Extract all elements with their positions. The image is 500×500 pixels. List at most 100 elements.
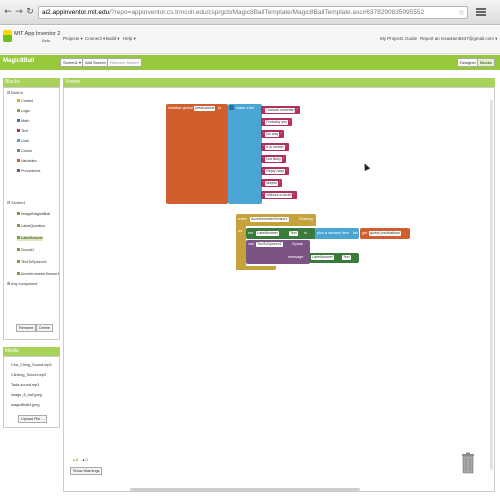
show-warnings-button[interactable]: Show Warnings: [70, 467, 103, 475]
text-string-block[interactable]: " Without a doubt ": [261, 191, 297, 200]
menu-connect[interactable]: Connect ▾: [85, 36, 105, 42]
media-file[interactable]: Cha_Ching_Sound.mp3: [11, 363, 52, 368]
drawer-math[interactable]: Math: [17, 119, 29, 124]
drawer-label: Lists: [21, 139, 29, 143]
pick-random-item-block[interactable]: pick a random item list: [315, 228, 359, 239]
menu-build[interactable]: Build ▾: [106, 36, 120, 42]
when-label: when: [238, 217, 248, 221]
component-item[interactable]: ImageMagic8Ball: [17, 212, 50, 217]
drawer-variables[interactable]: Variables: [17, 159, 37, 164]
getter-component-field[interactable]: LabelAnswer: [311, 255, 334, 260]
text-string-block[interactable]: " Outlook uncertain ": [261, 106, 300, 114]
quote-glyph: ": [278, 181, 281, 186]
tree-screen1[interactable]: ⊟ Screen1: [7, 201, 25, 206]
link-guide[interactable]: Guide: [405, 36, 417, 41]
set-component-field[interactable]: LabelAnswer: [256, 231, 279, 236]
get-global-block[interactable]: get global predications: [360, 228, 410, 239]
bookmark-star-icon[interactable]: ☆: [458, 7, 465, 18]
media-file[interactable]: Tada-sound.mp3: [11, 383, 39, 388]
component-item[interactable]: Sound1: [17, 248, 34, 253]
set-label-text-block[interactable]: set LabelAnswer Text to: [246, 228, 316, 239]
component-item[interactable]: AccelerometerSensor1: [17, 272, 60, 277]
designer-button[interactable]: Designer: [457, 58, 480, 67]
drawer-text[interactable]: Text: [17, 129, 28, 134]
variable-name-field[interactable]: predications: [194, 106, 216, 111]
forward-icon[interactable]: →: [14, 7, 24, 17]
get-variable-field[interactable]: global predications: [369, 231, 401, 236]
text-string-field[interactable]: No way: [265, 132, 280, 138]
drawer-label: Control: [21, 99, 34, 103]
label-answer-text-getter-block[interactable]: LabelAnswer Text: [309, 253, 359, 263]
component-item[interactable]: TextToSpeech1: [17, 260, 47, 265]
media-file[interactable]: magic8ball3.jpeg: [11, 403, 40, 408]
quote-glyph: ": [285, 169, 288, 173]
when-shaking-event-block[interactable]: when AccelerometerSensor1 .Shaking: [236, 214, 316, 226]
drawer-control[interactable]: Control: [17, 99, 33, 104]
app-header: MIT App Inventor 2 Beta Projects ▾ Conne…: [0, 26, 500, 54]
browser-menu-icon[interactable]: [476, 8, 486, 16]
workspace-horizontal-scrollbar[interactable]: [130, 488, 360, 491]
trash-can-icon[interactable]: [462, 452, 474, 474]
address-bar[interactable]: ai2.appinventor.mit.edu/?repo=appinvento…: [38, 6, 468, 19]
initialize-global-block[interactable]: initialize global predications to: [166, 104, 228, 204]
component-item[interactable]: LabelAnswer: [17, 236, 43, 241]
sensor-component-field[interactable]: AccelerometerSensor1: [250, 217, 289, 222]
tree-builtin[interactable]: ⊟ Built-in: [7, 91, 23, 96]
message-socket-label: message: [288, 255, 304, 259]
text-string-block[interactable]: " Probably yes ": [261, 118, 293, 127]
set-property-field[interactable]: Text: [289, 231, 298, 236]
text-string-field[interactable]: Outlook uncertain: [265, 108, 296, 113]
back-icon[interactable]: ←: [3, 7, 13, 17]
tts-component-field[interactable]: TextToSpeech1: [256, 242, 283, 247]
menu-help[interactable]: Help ▾: [123, 36, 136, 42]
media-file[interactable]: Clinking_Sound.mp3: [11, 373, 46, 378]
drawer-colors[interactable]: Colors: [17, 149, 32, 154]
blocks-button[interactable]: Blocks: [477, 58, 495, 67]
text-string-block[interactable]: " Reply hazy ": [261, 167, 290, 175]
component-label: ImageMagic8Ball: [21, 212, 51, 216]
component-icon: [17, 236, 20, 239]
text-string-field[interactable]: Probably yes: [265, 120, 289, 126]
text-string-field[interactable]: Reply hazy: [265, 169, 286, 174]
component-label: TextToSpeech1: [21, 260, 47, 264]
text-string-field[interactable]: It is certain: [265, 144, 285, 150]
screen-select[interactable]: Screen1 ▾: [60, 58, 85, 67]
text-string-block[interactable]: " No way ": [261, 130, 284, 139]
account-menu[interactable]: ram8447@gmail.com ▾: [451, 36, 497, 42]
drawer-procedures[interactable]: Procedures: [17, 169, 40, 174]
drawer-lists[interactable]: Lists: [17, 139, 29, 144]
menu-projects[interactable]: Projects ▾: [63, 36, 83, 42]
init-to-label: to: [218, 106, 222, 110]
make-a-list-label: make a list: [236, 106, 255, 110]
rename-button[interactable]: Rename: [16, 324, 37, 332]
list-socket-label: list: [353, 231, 358, 235]
drawer-color-icon: [17, 169, 20, 172]
text-string-field[interactable]: Without a doubt: [265, 193, 293, 199]
workspace-vertical-scrollbar[interactable]: [490, 100, 493, 470]
remove-screen-button[interactable]: Remove Screen: [107, 58, 142, 67]
link-report-issue[interactable]: Report an Issue: [420, 36, 452, 41]
upload-file-button[interactable]: Upload File ...: [18, 415, 48, 423]
media-file[interactable]: image_8_ball.jpeg: [11, 393, 42, 398]
text-string-block[interactable]: " Not likely ": [261, 154, 287, 163]
drawer-color-icon: [17, 129, 20, 132]
getter-property-field[interactable]: Text: [342, 255, 351, 260]
delete-button[interactable]: Delete: [36, 324, 53, 332]
reload-icon[interactable]: ↻: [25, 7, 35, 17]
text-string-block[interactable]: " It is certain ": [261, 142, 289, 151]
blocks-panel-title: Blocks: [3, 78, 60, 87]
drawer-color-icon: [17, 99, 20, 102]
text-string-block[interactable]: " Maybe ": [261, 179, 283, 188]
call-label: call: [248, 242, 254, 246]
make-a-list-block[interactable]: make a list: [228, 104, 262, 204]
link-my-projects[interactable]: My Projects: [380, 36, 404, 41]
tree-any-component[interactable]: ⊞ Any component: [7, 282, 37, 287]
call-speak-block[interactable]: call TextToSpeech1 .Speak message: [246, 240, 310, 264]
component-item[interactable]: LabelQuestion: [17, 224, 46, 229]
text-string-field[interactable]: Maybe: [265, 181, 279, 187]
event-block-bottom: [236, 266, 276, 270]
drawer-logic[interactable]: Logic: [17, 109, 30, 114]
mutator-gear-icon[interactable]: [229, 105, 234, 110]
text-string-field[interactable]: Not likely: [265, 156, 282, 162]
component-label: Sound1: [21, 248, 35, 252]
